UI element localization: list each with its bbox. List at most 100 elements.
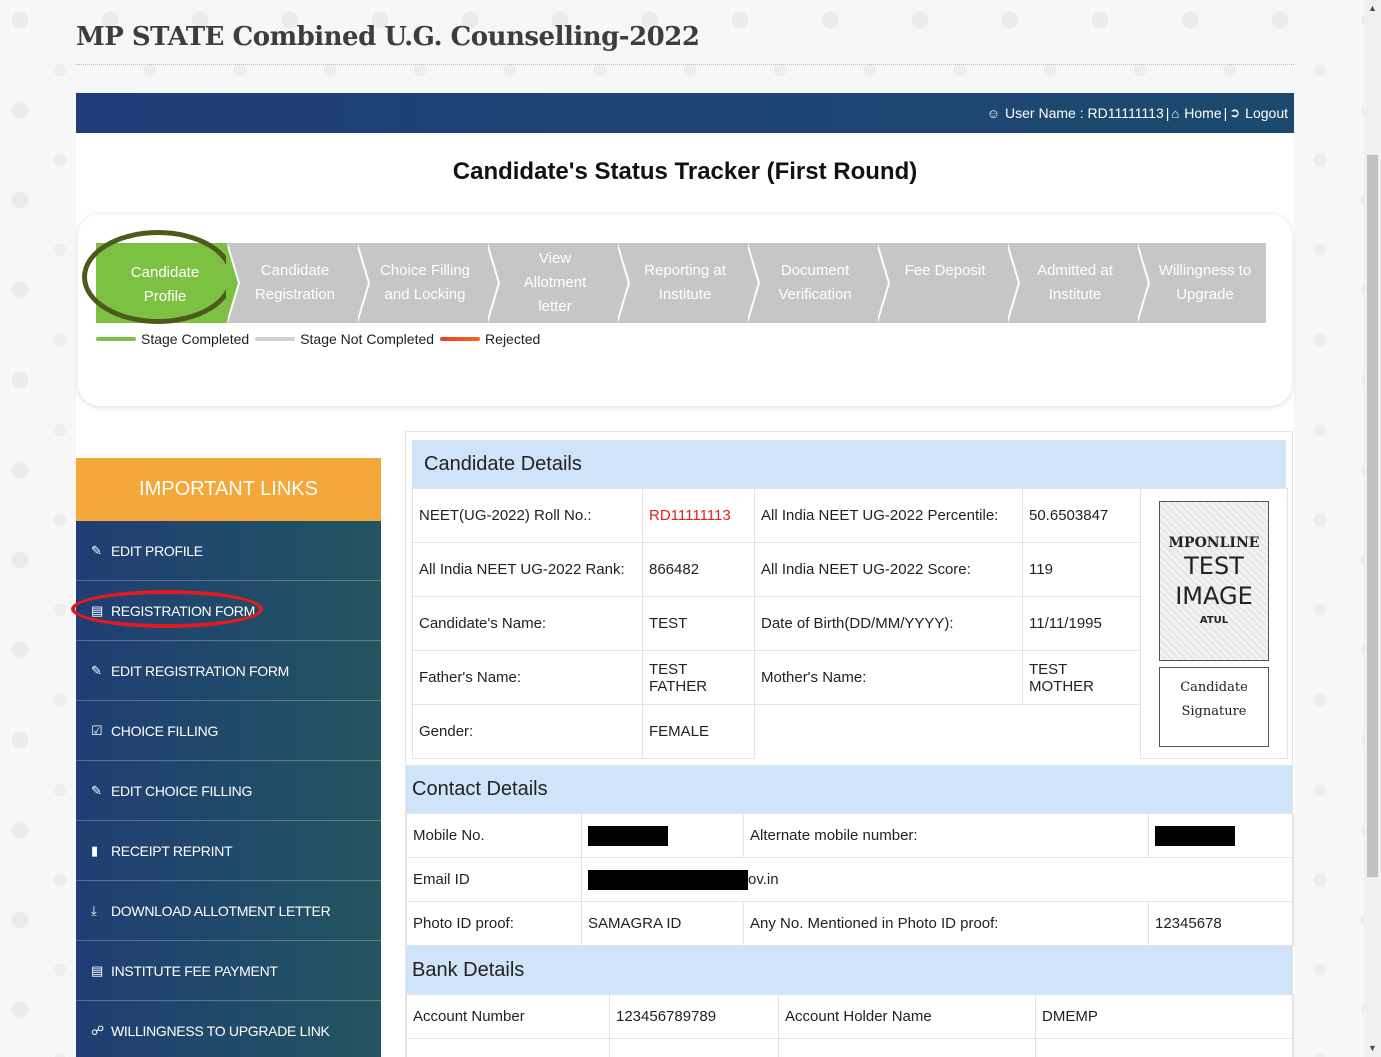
- step-view-allotment[interactable]: View Allotment letter: [486, 243, 630, 323]
- step-label: Choice Filling and Locking: [379, 262, 471, 303]
- father-label: Father's Name:: [412, 650, 643, 705]
- table-row: Account Number 123456789789 Account Hold…: [406, 994, 1294, 1039]
- contact-details-heading: Contact Details: [406, 765, 1292, 813]
- status-steps: Candidate Profile Candidate Registration…: [96, 243, 1266, 323]
- link-receipt-reprint[interactable]: ▮ RECEIPT REPRINT: [76, 821, 381, 881]
- redacted-block: [1155, 825, 1235, 846]
- link-edit-choice-filling[interactable]: ✎ EDIT CHOICE FILLING: [76, 761, 381, 821]
- link-label: DOWNLOAD ALLOTMENT LETTER: [111, 902, 331, 919]
- email-suffix: ov.in: [748, 870, 779, 888]
- rank-value: 866482: [642, 542, 755, 597]
- step-fee-deposit[interactable]: Fee Deposit: [876, 243, 1020, 323]
- account-value: 123456789789: [609, 994, 779, 1039]
- table-row: NEET(UG-2022) Roll No.: RD11111113 All I…: [412, 488, 1288, 759]
- legend-rejected: Rejected: [440, 331, 540, 347]
- photo-cell: MPONLINE TEST IMAGE ATUL Candidate Signa…: [1140, 488, 1288, 759]
- table-row: [406, 1038, 1294, 1057]
- photo-id-no-value: 12345678: [1148, 901, 1294, 946]
- scroll-thumb[interactable]: [1367, 155, 1378, 877]
- candidate-details-table: NEET(UG-2022) Roll No.: RD11111113 All I…: [412, 488, 1288, 759]
- step-label: Admitted at Institute: [1037, 262, 1113, 303]
- username-label: User Name : RD11111113: [1005, 105, 1164, 121]
- step-label: Document Verification: [778, 262, 852, 303]
- step-label: Fee Deposit: [904, 262, 986, 279]
- step-label: View Allotment letter: [523, 250, 587, 315]
- logout-link[interactable]: Logout: [1245, 105, 1288, 121]
- link-choice-filling[interactable]: ☑ CHOICE FILLING: [76, 701, 381, 761]
- step-choice-filling[interactable]: Choice Filling and Locking: [356, 243, 500, 323]
- vertical-scrollbar[interactable]: ▲ ▼: [1364, 0, 1381, 1057]
- step-label: Reporting at Institute: [644, 262, 726, 303]
- tracker-legend: Stage Completed Stage Not Completed Reje…: [96, 331, 546, 347]
- home-link[interactable]: Home: [1184, 105, 1221, 121]
- legend-swatch: [255, 337, 296, 341]
- details-panel: Candidate Details NEET(UG-2022) Roll No.…: [405, 431, 1294, 1057]
- link-label: INSTITUTE FEE PAYMENT: [111, 962, 278, 979]
- step-reporting[interactable]: Reporting at Institute: [616, 243, 760, 323]
- candidate-details-heading: Candidate Details: [412, 440, 1286, 488]
- account-label: Account Number: [406, 994, 610, 1039]
- top-nav-bar: ☺ User Name : RD11111113 | ⌂ Home | ➲ Lo…: [76, 93, 1294, 133]
- logout-icon[interactable]: ➲: [1229, 105, 1240, 121]
- link-edit-profile[interactable]: ✎ EDIT PROFILE: [76, 521, 381, 581]
- bank-details-table: Account Number 123456789789 Account Hold…: [406, 994, 1294, 1057]
- dob-value: 11/11/1995: [1022, 596, 1141, 651]
- empty-cell: [778, 1038, 1036, 1057]
- rank-label: All India NEET UG-2022 Rank:: [412, 542, 643, 597]
- photo-text: TEST: [1184, 552, 1244, 580]
- empty-cell: [406, 1038, 610, 1057]
- legend-label: Stage Not Completed: [300, 331, 435, 347]
- file-icon: ▮: [91, 842, 98, 858]
- step-candidate-registration[interactable]: Candidate Registration: [226, 243, 370, 323]
- important-links-heading: IMPORTANT LINKS: [76, 458, 381, 521]
- download-icon: ⤓: [91, 902, 97, 918]
- link-download-allotment-letter[interactable]: ⤓ DOWNLOAD ALLOTMENT LETTER: [76, 881, 381, 941]
- mother-value: TEST MOTHER: [1022, 650, 1141, 705]
- holder-value: DMEMP: [1035, 994, 1294, 1039]
- bank-details-heading: Bank Details: [406, 946, 1292, 994]
- candidate-photo: MPONLINE TEST IMAGE ATUL: [1159, 500, 1269, 661]
- step-willingness[interactable]: Willingness to Upgrade: [1136, 243, 1266, 323]
- empty-cell: [755, 705, 1023, 759]
- link-icon: ☍: [91, 1022, 104, 1038]
- link-edit-registration-form[interactable]: ✎ EDIT REGISTRATION FORM: [76, 641, 381, 701]
- separator: |: [1223, 105, 1228, 121]
- redacted-block: [588, 869, 748, 890]
- link-label: CHOICE FILLING: [111, 722, 219, 739]
- link-label: RECEIPT REPRINT: [111, 842, 233, 859]
- scroll-up-arrow-icon[interactable]: ▲: [1364, 0, 1381, 17]
- step-label: Willingness to Upgrade: [1158, 262, 1252, 303]
- signature-text: Candidate: [1180, 679, 1248, 695]
- gender-value: FEMALE: [642, 704, 755, 759]
- legend-not-completed: Stage Not Completed: [255, 331, 434, 347]
- mobile-value: [581, 813, 744, 858]
- user-icon: ☺: [986, 105, 1001, 121]
- table-row: Email ID ov.in: [406, 857, 1294, 902]
- photo-text: MPONLINE: [1168, 535, 1260, 551]
- table-row: Mobile No. Alternate mobile number:: [406, 813, 1294, 858]
- legend-label: Stage Completed: [141, 331, 250, 347]
- name-value: TEST: [642, 596, 755, 651]
- redacted-block: [588, 825, 668, 846]
- candidate-signature: Candidate Signature: [1159, 666, 1269, 747]
- home-icon[interactable]: ⌂: [1171, 106, 1179, 121]
- link-label: EDIT REGISTRATION FORM: [111, 662, 289, 679]
- link-institute-fee-payment[interactable]: ▤ INSTITUTE FEE PAYMENT: [76, 941, 381, 1001]
- step-document-verification[interactable]: Document Verification: [746, 243, 890, 323]
- legend-completed: Stage Completed: [96, 331, 249, 347]
- step-label: Candidate Registration: [254, 262, 336, 303]
- separator: |: [1165, 105, 1170, 121]
- photo-id-value: SAMAGRA ID: [581, 901, 744, 946]
- signature-text: Signature: [1181, 703, 1247, 719]
- father-value: TEST FATHER: [642, 650, 755, 705]
- alt-mobile-value: [1148, 813, 1294, 858]
- link-willingness-upgrade[interactable]: ☍ WILLINGNESS TO UPGRADE LINK: [76, 1001, 381, 1057]
- photo-text: IMAGE: [1175, 582, 1253, 610]
- scroll-down-arrow-icon[interactable]: ▼: [1364, 1040, 1381, 1057]
- link-label: EDIT CHOICE FILLING: [111, 782, 253, 799]
- contact-details-table: Mobile No. Alternate mobile number: Emai…: [406, 813, 1294, 946]
- step-admitted[interactable]: Admitted at Institute: [1006, 243, 1150, 323]
- tracker-title: Candidate's Status Tracker (First Round): [452, 158, 918, 185]
- important-links-panel: IMPORTANT LINKS ✎ EDIT PROFILE ▤ REGISTRAT…: [76, 458, 381, 1057]
- highlight-circle-red: [71, 590, 263, 628]
